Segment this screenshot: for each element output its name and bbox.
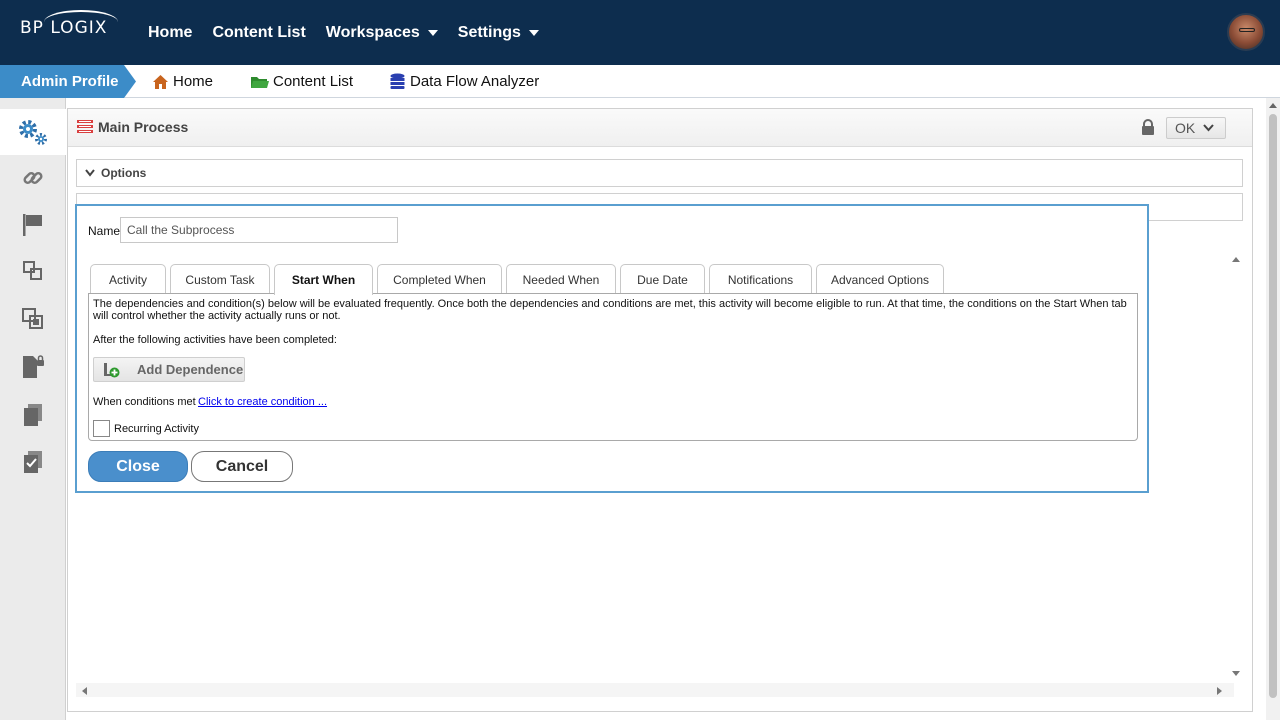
tab-advanced-options-label: Advanced Options	[830, 272, 930, 287]
tab-due-date[interactable]: Due Date	[620, 264, 705, 294]
chevron-down-icon	[85, 169, 95, 177]
topnav-settings[interactable]: Settings	[458, 24, 539, 42]
crumb-home-label: Home	[173, 73, 214, 90]
tab-advanced-options[interactable]: Advanced Options	[816, 264, 944, 294]
breadcrumb: Admin Profile Home Content List Data Flo…	[0, 65, 1280, 98]
activity-dialog: Name Activity Custom Task Start When Com…	[75, 204, 1149, 493]
database-icon	[390, 73, 405, 89]
scrollbar-thumb[interactable]	[1269, 114, 1277, 698]
tab-activity[interactable]: Activity	[90, 264, 166, 294]
add-dependence-label: Add Dependence	[137, 362, 244, 377]
caret-down-icon	[427, 29, 438, 36]
sidebar-item-layers[interactable]	[0, 248, 66, 294]
tab-custom-task[interactable]: Custom Task	[170, 264, 270, 294]
copy-icon	[22, 308, 43, 329]
tab-completed-when-label: Completed When	[393, 272, 486, 287]
create-condition-link[interactable]: Click to create condition ...	[198, 396, 327, 408]
home-icon	[153, 74, 168, 89]
scroll-down-arrow-icon[interactable]	[1231, 670, 1241, 678]
caret-down-icon	[528, 29, 539, 36]
ok-label: OK	[1175, 120, 1196, 136]
crumb-content-list-label: Content List	[273, 73, 354, 90]
tab-custom-task-label: Custom Task	[185, 272, 255, 287]
horizontal-scrollbar[interactable]	[76, 683, 1234, 697]
options-section-label: Options	[101, 166, 147, 180]
panel-title: Main Process	[98, 119, 189, 135]
documents-icon	[24, 404, 42, 426]
sidebar-item-documents[interactable]	[0, 392, 66, 438]
tab-start-when[interactable]: Start When	[274, 264, 373, 295]
name-label: Name	[88, 224, 121, 238]
chevron-down-icon	[1203, 124, 1214, 132]
add-dependence-icon	[104, 362, 120, 377]
start-when-tab-panel: The dependencies and condition(s) below …	[88, 293, 1138, 441]
recurring-activity-checkbox[interactable]	[93, 420, 110, 437]
topnav-workspaces-label: Workspaces	[325, 23, 420, 41]
top-nav-menu: Home Content List Workspaces Settings	[148, 0, 559, 65]
bp-logix-logo[interactable]: BP LOGIX	[20, 10, 118, 38]
topnav-workspaces[interactable]: Workspaces	[326, 24, 438, 42]
flag-icon	[23, 214, 42, 236]
sidebar-item-copy[interactable]	[0, 296, 66, 342]
scroll-up-arrow-icon[interactable]	[1231, 255, 1241, 263]
crumb-data-flow-analyzer-label: Data Flow Analyzer	[410, 73, 540, 90]
tab-notifications-label: Notifications	[727, 272, 794, 287]
add-dependence-button[interactable]: Add Dependence	[93, 357, 245, 382]
panel-header: Main Process OK	[68, 109, 1252, 147]
folder-icon	[251, 76, 269, 88]
sidebar-item-milestones[interactable]	[0, 202, 66, 248]
layers-icon	[23, 261, 42, 280]
avatar-glasses	[1239, 28, 1255, 32]
tab-notifications[interactable]: Notifications	[709, 264, 812, 294]
crumb-content-list[interactable]: Content List	[250, 65, 353, 98]
crumb-home[interactable]: Home	[152, 65, 213, 98]
sidebar-item-tasks[interactable]	[0, 439, 66, 485]
recurring-activity-label: Recurring Activity	[114, 423, 199, 435]
tab-activity-label: Activity	[108, 272, 147, 287]
tab-completed-when[interactable]: Completed When	[377, 264, 502, 294]
gears-icon	[19, 120, 47, 145]
topnav-content-list[interactable]: Content List	[212, 24, 305, 42]
close-button[interactable]: Close	[88, 451, 188, 482]
left-sidebar	[0, 98, 66, 720]
tab-start-when-label: Start When	[291, 273, 356, 287]
admin-profile-crumb[interactable]: Admin Profile	[0, 65, 136, 98]
topnav-home-label: Home	[148, 23, 193, 41]
admin-profile-label: Admin Profile	[21, 73, 119, 90]
activity-name-field[interactable]	[120, 217, 398, 243]
locked-document-icon	[23, 355, 44, 378]
window-vertical-scrollbar[interactable]	[1266, 98, 1280, 720]
after-activities-label: After the following activities have been…	[93, 334, 337, 346]
when-conditions-label: When conditions met	[93, 396, 196, 408]
lock-icon[interactable]	[1141, 119, 1155, 136]
topnav-content-list-label: Content List	[212, 23, 306, 41]
tab-needed-when-label: Needed When	[522, 272, 600, 287]
topnav-settings-label: Settings	[457, 23, 521, 41]
link-icon	[23, 171, 43, 185]
tab-needed-when[interactable]: Needed When	[506, 264, 616, 294]
scroll-up-arrow-icon[interactable]	[1269, 102, 1277, 109]
sidebar-item-process-settings[interactable]	[0, 109, 66, 155]
sidebar-item-links[interactable]	[0, 155, 66, 201]
start-when-description: The dependencies and condition(s) below …	[93, 298, 1127, 322]
close-button-label: Close	[116, 457, 160, 475]
logo-swoosh	[44, 10, 118, 34]
tab-due-date-label: Due Date	[637, 272, 688, 287]
sidebar-item-security[interactable]	[0, 344, 66, 390]
user-avatar[interactable]	[1227, 13, 1265, 51]
top-navigation-bar: BP LOGIX Home Content List Workspaces Se…	[0, 0, 1280, 65]
scroll-right-arrow-icon[interactable]	[1216, 686, 1224, 696]
options-section[interactable]: Options	[76, 159, 1243, 187]
checked-document-icon	[24, 451, 42, 473]
cancel-button-label: Cancel	[215, 457, 269, 475]
process-icon	[77, 120, 93, 133]
crumb-data-flow-analyzer[interactable]: Data Flow Analyzer	[389, 65, 539, 98]
topnav-home[interactable]: Home	[148, 24, 192, 42]
scroll-left-arrow-icon[interactable]	[80, 686, 88, 696]
cancel-button[interactable]: Cancel	[191, 451, 293, 482]
ok-dropdown-button[interactable]: OK	[1166, 117, 1226, 139]
